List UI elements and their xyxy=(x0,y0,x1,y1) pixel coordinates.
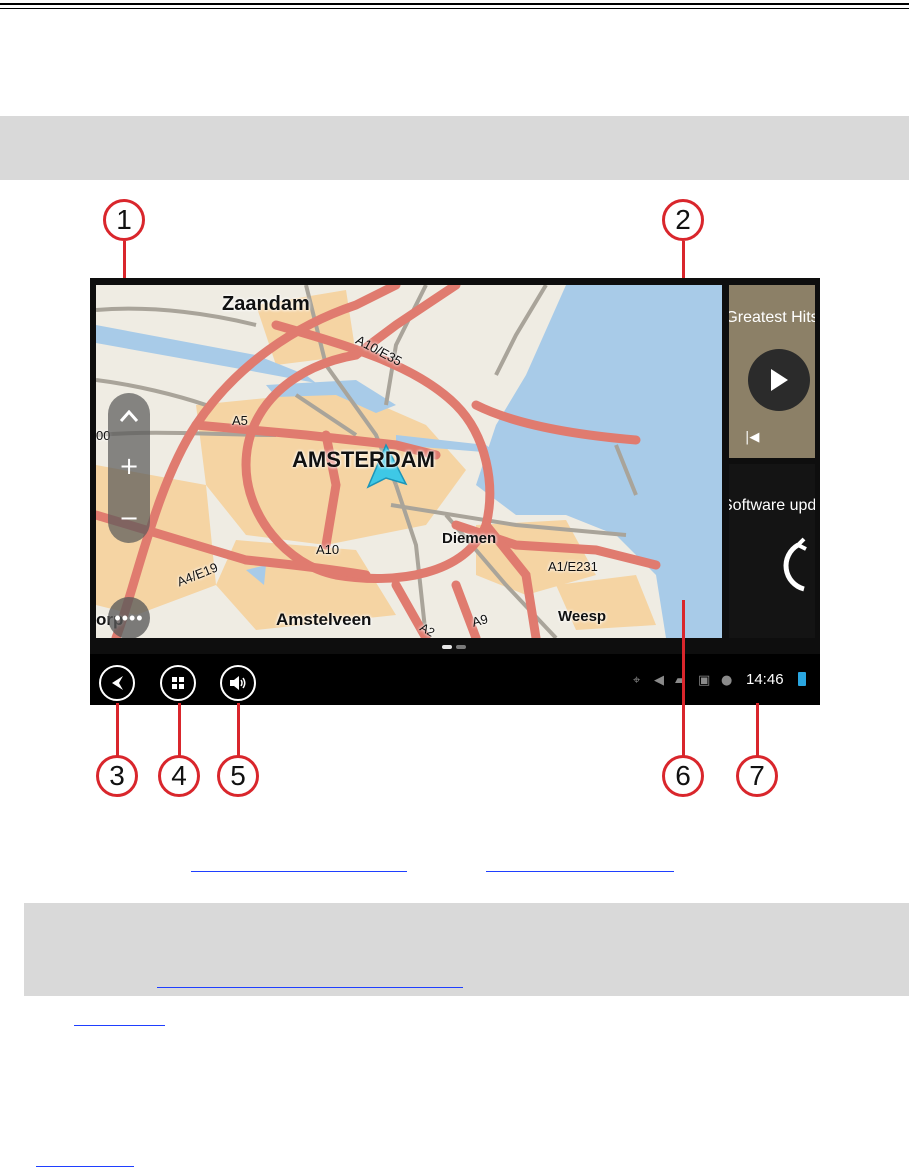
callout-3-line xyxy=(116,703,119,756)
map-label-zaandam: Zaandam xyxy=(222,293,310,315)
callout-7-line xyxy=(756,703,759,756)
callout-6: 6 xyxy=(662,755,704,797)
navigation-arrow-icon: ◀ xyxy=(654,673,664,688)
more-options-button[interactable]: •••• xyxy=(108,597,150,638)
zoom-out-button[interactable]: − xyxy=(108,497,150,539)
callout-4: 4 xyxy=(158,755,200,797)
speaker-icon xyxy=(230,676,246,690)
battery-icon xyxy=(798,672,806,686)
link-underline-2[interactable] xyxy=(486,871,674,872)
chevron-up-icon xyxy=(120,410,138,422)
device-screen: Zaandam AMSTERDAM Diemen Amstelveen Wees… xyxy=(90,278,820,705)
map-label-diemen: Diemen xyxy=(442,530,497,547)
status-clock: 14:46 xyxy=(746,671,784,688)
apps-grid-icon xyxy=(172,677,184,689)
north-up-button[interactable] xyxy=(108,395,150,437)
note-band-bottom xyxy=(24,903,909,996)
software-update-widget[interactable]: Software update xyxy=(729,464,815,638)
more-dots-icon: •••• xyxy=(114,607,144,628)
map-label-weesp: Weesp xyxy=(558,608,607,625)
previous-track-button[interactable]: |◀ xyxy=(745,430,759,445)
back-button[interactable] xyxy=(99,665,135,701)
note-band-top xyxy=(0,116,909,180)
callout-1: 1 xyxy=(103,199,145,241)
skip-back-icon: |◀ xyxy=(745,430,760,445)
music-widget-title: Greatest Hits xyxy=(729,309,815,326)
callout-7: 7 xyxy=(736,755,778,797)
callout-1-line xyxy=(123,241,126,283)
gps-icon: ⌖ xyxy=(633,673,641,688)
play-button[interactable] xyxy=(748,349,810,411)
map-label-amsterdam: AMSTERDAM xyxy=(292,447,435,472)
image-icon: ▣ xyxy=(698,673,711,688)
top-rule-thin xyxy=(0,8,909,9)
link-underline-5[interactable] xyxy=(36,1166,134,1167)
road-label-a10: A10 xyxy=(316,542,340,557)
link-underline-1[interactable] xyxy=(191,871,407,872)
volume-button[interactable] xyxy=(220,665,256,701)
minus-icon: − xyxy=(118,504,140,532)
callout-5-line xyxy=(237,703,240,756)
link-underline-3[interactable] xyxy=(157,987,463,988)
android-icon: ● xyxy=(721,673,733,688)
software-update-title: Software update xyxy=(729,497,815,514)
callout-3: 3 xyxy=(96,755,138,797)
play-icon xyxy=(771,369,788,391)
callout-6-line xyxy=(682,600,685,756)
map-label-amstelveen: Amstelveen xyxy=(276,610,372,629)
road-label-a5: A5 xyxy=(232,413,248,428)
back-arrow-icon xyxy=(112,676,123,690)
zoom-in-button[interactable]: + xyxy=(108,445,150,487)
music-widget[interactable]: Greatest Hits |◀ ▶| xyxy=(729,285,815,458)
map-view[interactable]: Zaandam AMSTERDAM Diemen Amstelveen Wees… xyxy=(96,285,722,638)
callout-2: 2 xyxy=(662,199,704,241)
top-rule xyxy=(0,3,909,5)
callout-5: 5 xyxy=(217,755,259,797)
plus-icon: + xyxy=(118,452,140,480)
page-indicator-active xyxy=(442,645,452,649)
page-indicator-inactive xyxy=(456,645,466,649)
sync-arrows-icon xyxy=(783,537,807,592)
link-underline-4[interactable] xyxy=(74,1025,165,1026)
apps-button[interactable] xyxy=(160,665,196,701)
road-label-a1-e231: A1/E231 xyxy=(548,559,598,574)
zoom-control: + − xyxy=(108,393,150,543)
system-navigation-bar: ⌖ ◀ ▰ ▣ ● 14:46 xyxy=(90,654,820,705)
callout-4-line xyxy=(178,703,181,756)
